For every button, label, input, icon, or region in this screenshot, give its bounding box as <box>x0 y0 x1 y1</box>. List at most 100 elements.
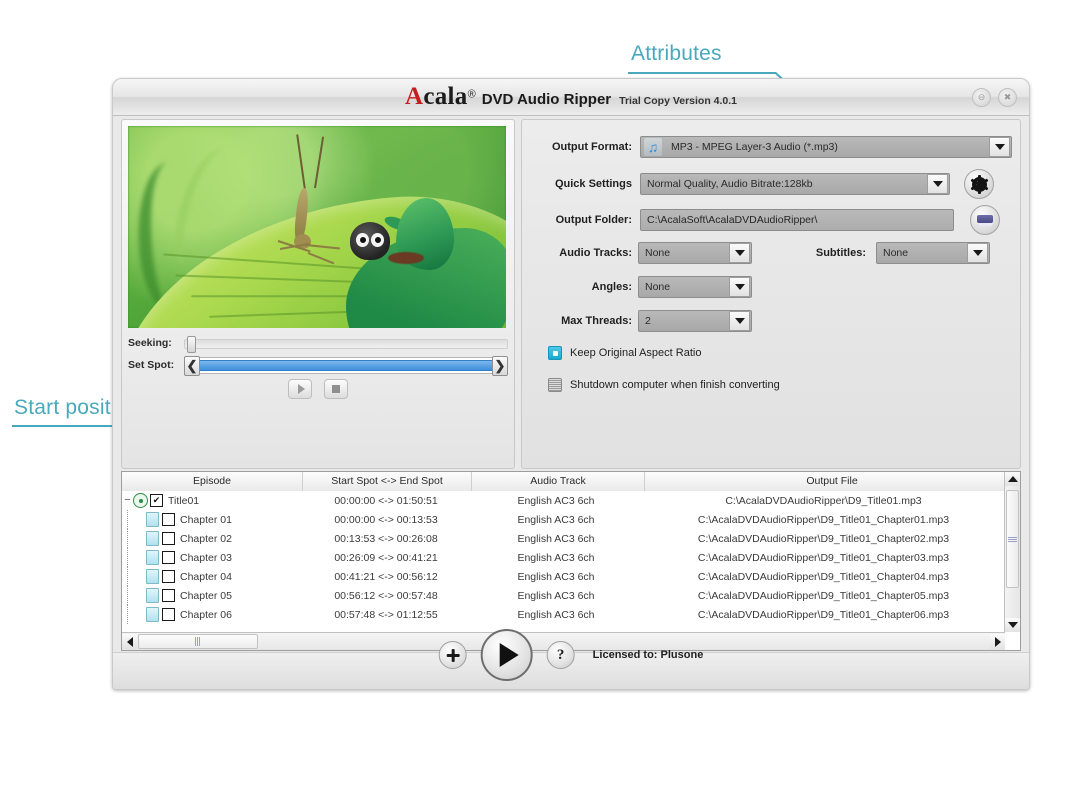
table-row[interactable]: Chapter 06 00:57:48 <-> 01:12:55 English A… <box>122 605 1005 624</box>
start-conversion-button[interactable] <box>480 629 533 681</box>
seeking-slider-handle[interactable] <box>187 336 196 353</box>
row-checkbox[interactable] <box>162 551 175 564</box>
audio-tracks-value: None <box>645 247 671 259</box>
stop-icon <box>332 385 340 393</box>
cell-start-end-spot: 00:00:00 <-> 00:13:53 <box>334 513 438 526</box>
episode-name: Title01 <box>168 494 200 507</box>
row-checkbox[interactable] <box>162 570 175 583</box>
browse-folder-button[interactable] <box>970 205 1000 235</box>
cell-output-file: C:\AcalaDVDAudioRipper\D9_Title01_Chapte… <box>697 513 950 526</box>
chevron-down-icon[interactable] <box>927 174 948 194</box>
stop-preview-button[interactable] <box>324 379 348 399</box>
table-row[interactable]: Chapter 05 00:56:12 <-> 00:57:48 English A… <box>122 586 1005 605</box>
angles-combo[interactable]: None <box>638 276 752 298</box>
playback-controls <box>128 372 508 406</box>
cell-audio-track: English AC3 6ch <box>517 551 595 564</box>
horizontal-scroll-thumb[interactable] <box>138 634 258 649</box>
minimize-button[interactable]: ⊖ <box>972 88 991 107</box>
cell-start-end-spot: 00:56:12 <-> 00:57:48 <box>334 589 438 602</box>
row-checkbox[interactable] <box>162 589 175 602</box>
cell-output-file: C:\AcalaDVDAudioRipper\D9_Title01_Chapte… <box>697 589 950 602</box>
cell-start-end-spot: 00:57:48 <-> 01:12:55 <box>334 608 438 621</box>
table-body: − Title01 00:00:00 <-> 01:50:51 English AC3… <box>122 491 1005 632</box>
quick-settings-row: Quick Settings Normal Quality, Audio Bit… <box>536 169 1020 199</box>
chapter-document-icon <box>146 588 159 603</box>
music-note-icon: ♫ <box>644 138 662 156</box>
set-spot-range-slider[interactable]: ❮ ❯ <box>184 355 508 376</box>
subtitles-combo[interactable]: None <box>876 242 990 264</box>
application-window: Acala® DVD Audio Ripper Trial Copy Version… <box>112 78 1030 690</box>
table-row[interactable]: Chapter 04 00:41:21 <-> 00:56:12 English A… <box>122 567 1005 586</box>
column-header-output-file[interactable]: Output File <box>645 472 1020 491</box>
keep-aspect-ratio-label: Keep Original Aspect Ratio <box>570 347 702 359</box>
dvd-disc-icon <box>133 493 148 508</box>
add-file-button[interactable] <box>438 641 467 669</box>
play-icon <box>499 643 519 667</box>
tree-collapse-icon[interactable]: − <box>122 495 133 506</box>
bottom-button-group: ? Licensed to: Plusone <box>438 629 704 681</box>
table-vertical-scrollbar[interactable] <box>1004 472 1020 632</box>
audio-tracks-combo[interactable]: None <box>638 242 752 264</box>
shutdown-checkbox-row[interactable]: Shutdown computer when finish converting <box>548 378 780 392</box>
keep-aspect-ratio-checkbox-row[interactable]: Keep Original Aspect Ratio <box>548 346 701 360</box>
cell-output-file: C:\AcalaDVDAudioRipper\D9_Title01_Chapte… <box>697 532 950 545</box>
scroll-up-button[interactable] <box>1005 472 1020 486</box>
bottom-toolbar: ? Licensed to: Plusone <box>113 629 1029 689</box>
vertical-scroll-thumb[interactable] <box>1006 490 1019 588</box>
plus-icon <box>446 648 460 662</box>
chevron-down-icon[interactable] <box>729 311 750 331</box>
scroll-left-button[interactable] <box>122 634 137 649</box>
video-preview[interactable] <box>128 126 506 328</box>
max-threads-row: Max Threads: 2 <box>536 310 752 332</box>
cell-episode: Chapter 05 <box>122 586 302 605</box>
version-text: Trial Copy Version 4.0.1 <box>619 95 738 107</box>
max-threads-value: 2 <box>645 315 651 327</box>
keep-aspect-ratio-checkbox[interactable] <box>548 346 562 360</box>
chevron-down-icon[interactable] <box>967 243 988 263</box>
column-header-episode[interactable]: Episode <box>122 472 303 491</box>
column-header-audio-track[interactable]: Audio Track <box>472 472 645 491</box>
license-text: Licensed to: Plusone <box>592 649 704 661</box>
max-threads-combo[interactable]: 2 <box>638 310 752 332</box>
preview-panel: Seeking: Set Spot: ❮ ❯ <box>121 119 515 469</box>
scroll-down-button[interactable] <box>1005 618 1020 632</box>
set-spot-selected-range <box>195 359 497 371</box>
cell-audio-track: English AC3 6ch <box>517 494 595 507</box>
bug-character-head <box>350 222 390 260</box>
chevron-down-icon[interactable] <box>729 277 750 297</box>
chevron-down-icon[interactable] <box>729 243 750 263</box>
table-row[interactable]: Chapter 02 00:13:53 <-> 00:26:08 English A… <box>122 529 1005 548</box>
cell-start-end-spot: 00:00:00 <-> 01:50:51 <box>334 494 438 507</box>
brand-title: Acala® DVD Audio Ripper Trial Copy Version… <box>113 83 1029 111</box>
output-folder-input[interactable]: C:\AcalaSoft\AcalaDVDAudioRipper\ <box>640 209 954 231</box>
row-checkbox[interactable] <box>150 494 163 507</box>
chevron-down-icon[interactable] <box>989 137 1010 157</box>
row-checkbox[interactable] <box>162 513 175 526</box>
settings-gear-button[interactable] <box>964 169 994 199</box>
scroll-right-button[interactable] <box>990 634 1005 649</box>
seeking-slider[interactable] <box>184 336 508 353</box>
table-row[interactable]: Chapter 03 00:26:09 <-> 00:41:21 English A… <box>122 548 1005 567</box>
quick-settings-combo[interactable]: Normal Quality, Audio Bitrate:128kb <box>640 173 950 195</box>
folder-icon <box>977 214 993 226</box>
shutdown-label: Shutdown computer when finish converting <box>570 379 780 391</box>
cell-episode: Chapter 06 <box>122 605 302 624</box>
close-button[interactable]: ✖ <box>998 88 1017 107</box>
table-row[interactable]: Chapter 01 00:00:00 <-> 00:13:53 English A… <box>122 510 1005 529</box>
max-threads-label: Max Threads: <box>561 315 632 327</box>
row-checkbox[interactable] <box>162 608 175 621</box>
audio-tracks-label: Audio Tracks: <box>559 247 632 259</box>
output-format-combo[interactable]: ♫ MP3 - MPEG Layer-3 Audio (*.mp3) <box>640 136 1012 158</box>
help-button[interactable]: ? <box>546 641 575 669</box>
play-icon <box>297 384 305 394</box>
episode-name: Chapter 03 <box>180 551 232 564</box>
character-shadow <box>388 252 424 264</box>
brand-name: Acala <box>404 83 468 110</box>
row-checkbox[interactable] <box>162 532 175 545</box>
tree-connector <box>127 567 140 586</box>
table-row[interactable]: − Title01 00:00:00 <-> 01:50:51 English AC3… <box>122 491 1005 510</box>
shutdown-checkbox[interactable] <box>548 378 562 392</box>
column-header-start-end-spot[interactable]: Start Spot <-> End Spot <box>303 472 472 491</box>
play-preview-button[interactable] <box>288 379 312 399</box>
cell-episode: − Title01 <box>122 493 302 508</box>
